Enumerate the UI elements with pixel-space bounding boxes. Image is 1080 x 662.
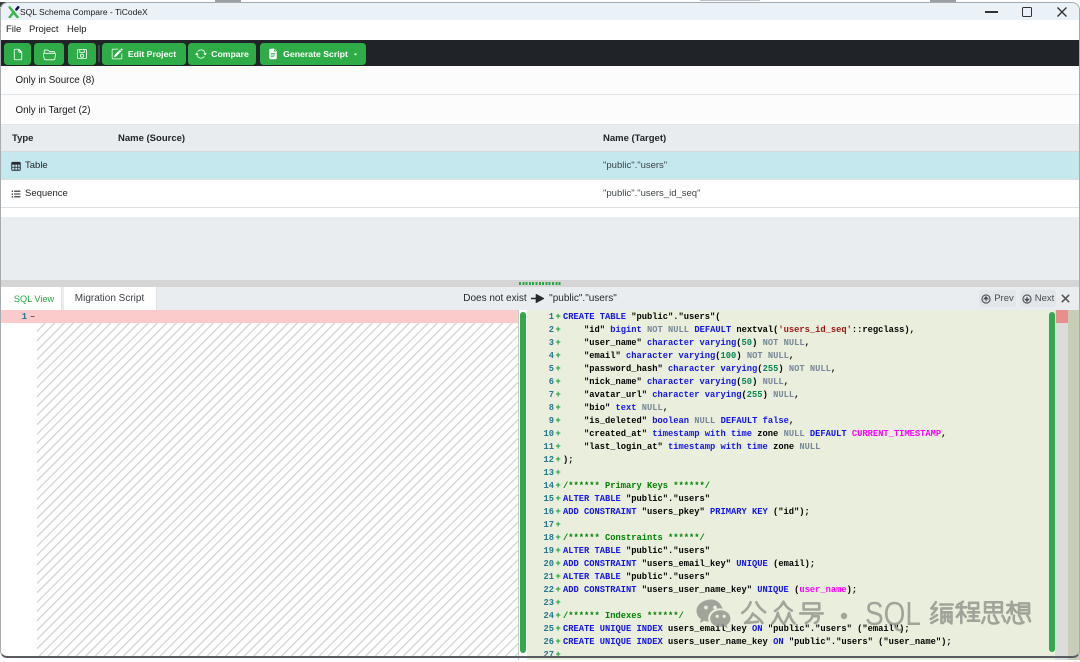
svg-text:SQL: SQL bbox=[865, 596, 921, 632]
